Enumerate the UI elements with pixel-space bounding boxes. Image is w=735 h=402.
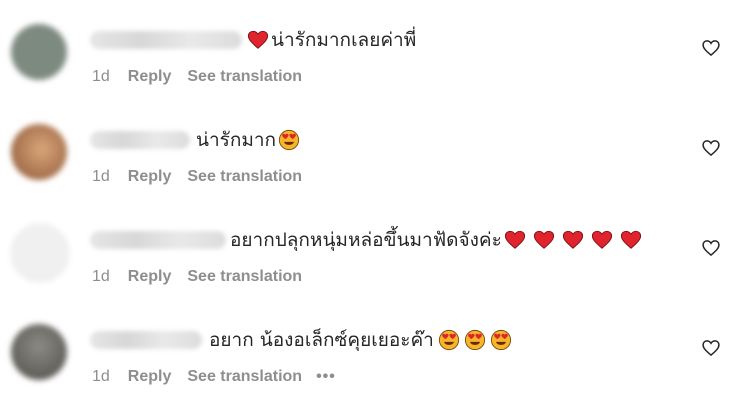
username-redacted[interactable]: [90, 231, 226, 249]
see-translation-button[interactable]: See translation: [187, 168, 302, 186]
reply-button[interactable]: Reply: [128, 68, 172, 86]
red-heart-emoji-icon: [620, 230, 641, 249]
red-heart-emoji-icon: [533, 230, 554, 249]
red-heart-emoji-icon: [247, 30, 269, 49]
username-redacted[interactable]: [90, 31, 242, 49]
heart-outline-icon[interactable]: [701, 338, 721, 358]
comment-text: น่ารักมากเลยค่าพี่: [271, 29, 417, 51]
heart-eyes-emoji-icon: [490, 329, 511, 351]
comment-text-row: อยากปลุกหนุ่มหล่อขึ้นมาฟัดจังค่ะ: [230, 228, 644, 252]
heart-eyes-emoji-icon: [278, 129, 300, 151]
comment-item: อยากปลุกหนุ่มหล่อขึ้นมาฟัดจังค่ะ 1d Repl…: [0, 200, 735, 300]
comment-age: 1d: [92, 68, 110, 85]
comment-item: อยาก น้องอเล็กซ์คุยเยอะค๊า 1d Reply See …: [0, 300, 735, 400]
comment-item: น่ารักมาก 1d Reply See translation: [0, 100, 735, 200]
see-translation-button[interactable]: See translation: [187, 68, 302, 86]
avatar[interactable]: [11, 24, 67, 80]
heart-outline-icon[interactable]: [701, 38, 721, 58]
red-heart-emoji-icon: [504, 230, 525, 249]
heart-outline-icon[interactable]: [701, 138, 721, 158]
reply-button[interactable]: Reply: [128, 168, 172, 186]
comment-text-row: อยาก น้องอเล็กซ์คุยเยอะค๊า: [209, 328, 516, 352]
see-translation-button[interactable]: See translation: [187, 368, 302, 386]
username-redacted[interactable]: [90, 131, 190, 149]
comment-text: อยากปลุกหนุ่มหล่อขึ้นมาฟัดจังค่ะ: [230, 229, 502, 251]
see-translation-button[interactable]: See translation: [187, 268, 302, 286]
heart-outline-icon[interactable]: [701, 238, 721, 258]
comment-text: อยาก น้องอเล็กซ์คุยเยอะค๊า: [209, 329, 434, 351]
red-heart-emoji-icon: [591, 230, 612, 249]
avatar[interactable]: [11, 324, 67, 380]
avatar[interactable]: [11, 224, 69, 282]
comment-item: น่ารักมากเลยค่าพี่ 1d Reply See translat…: [0, 0, 735, 100]
avatar[interactable]: [11, 124, 67, 180]
comment-age: 1d: [92, 168, 110, 185]
comment-age: 1d: [92, 268, 110, 285]
heart-eyes-emoji-icon: [438, 329, 459, 351]
heart-eyes-emoji-icon: [464, 329, 485, 351]
comment-text: น่ารักมาก: [196, 129, 277, 151]
red-heart-emoji-icon: [562, 230, 583, 249]
comment-age: 1d: [92, 368, 110, 385]
more-options-button[interactable]: •••: [316, 368, 336, 386]
comment-text-row: น่ารักมาก: [196, 128, 304, 152]
reply-button[interactable]: Reply: [128, 368, 172, 386]
reply-button[interactable]: Reply: [128, 268, 172, 286]
comment-text-row: น่ารักมากเลยค่าพี่: [247, 28, 416, 52]
username-redacted[interactable]: [90, 331, 202, 349]
